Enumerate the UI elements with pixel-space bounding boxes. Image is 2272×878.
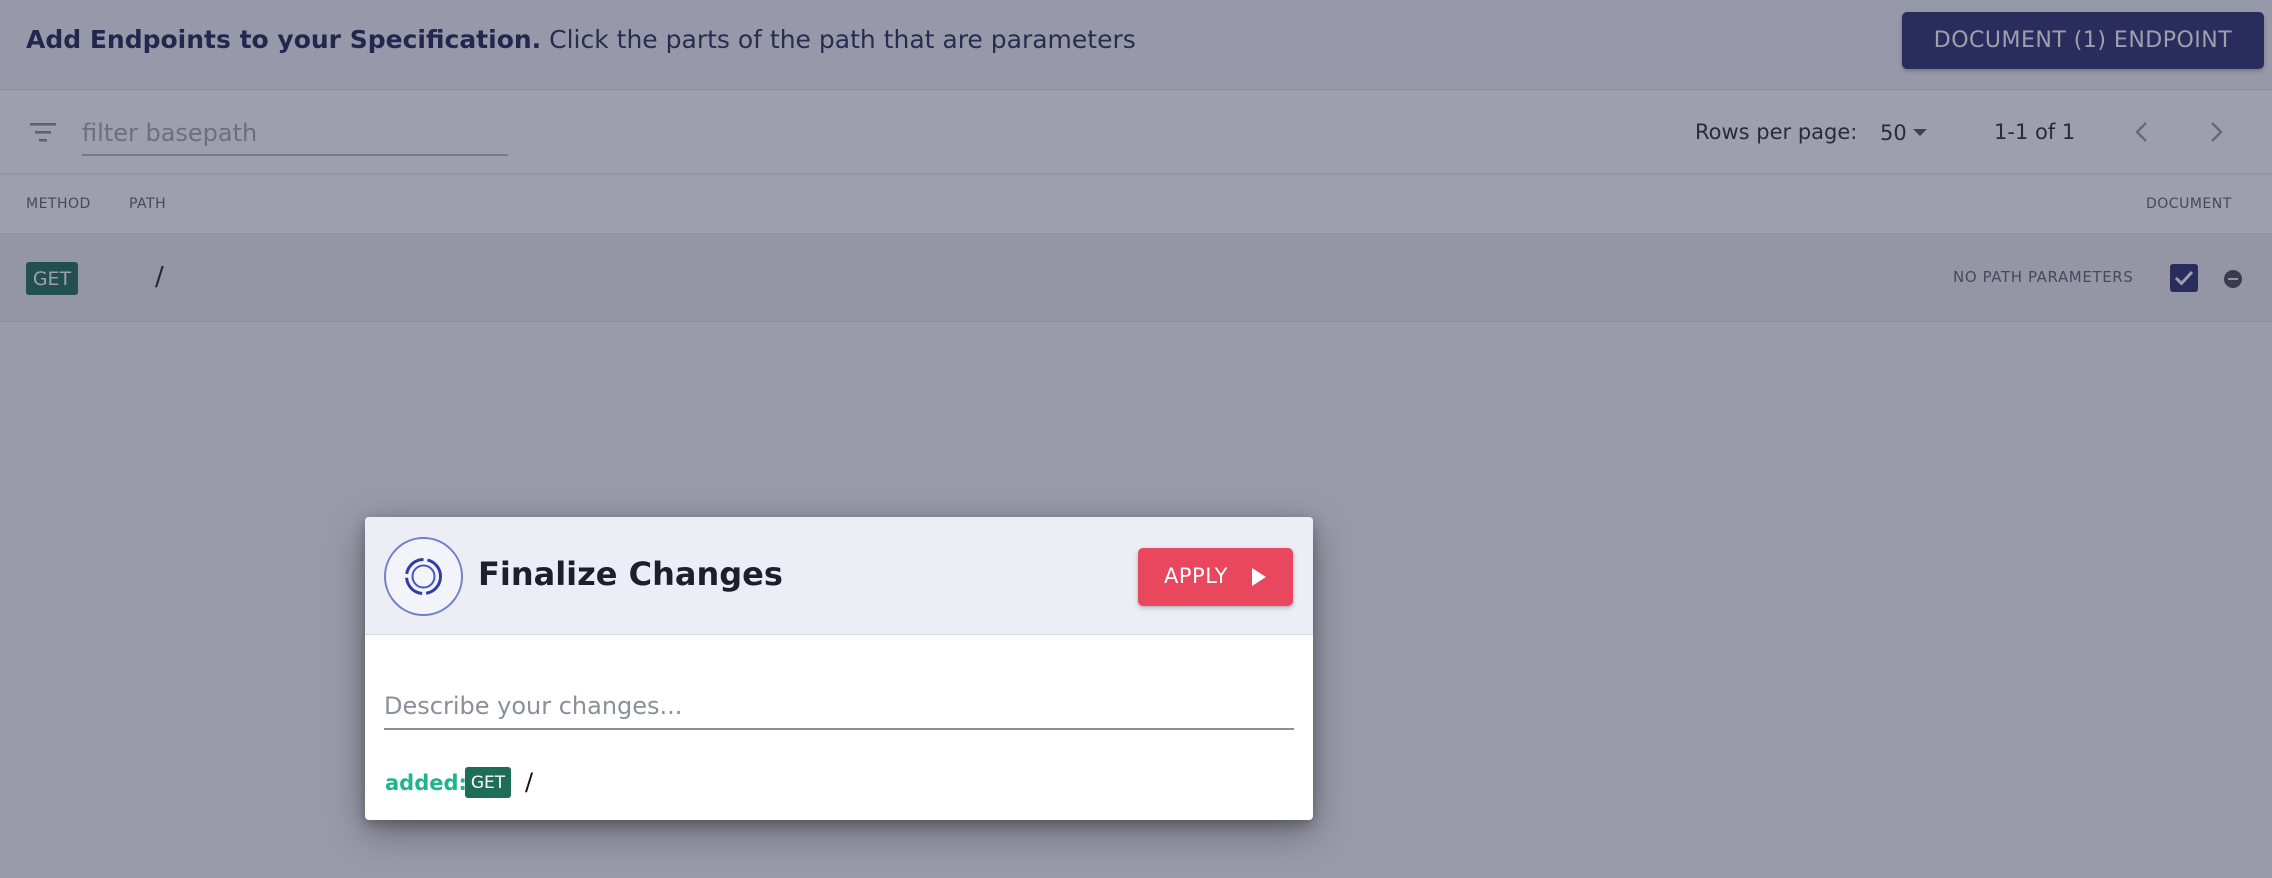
dialog-header: Finalize Changes APPLY [365, 517, 1313, 635]
apply-button-label: APPLY [1164, 564, 1228, 588]
app-logo-icon [405, 558, 442, 595]
dialog-title: Finalize Changes [478, 555, 783, 593]
added-path: / [525, 768, 534, 796]
apply-button[interactable]: APPLY [1138, 548, 1293, 606]
added-label: added: [385, 771, 467, 795]
added-method-badge: GET [465, 767, 511, 798]
page: Add Endpoints to your Specification. Cli… [0, 0, 2272, 878]
play-arrow-icon [1252, 568, 1266, 586]
finalize-changes-dialog: Finalize Changes APPLY added: GET / [365, 517, 1313, 820]
change-description-input[interactable] [384, 684, 1294, 730]
app-logo [384, 537, 463, 616]
